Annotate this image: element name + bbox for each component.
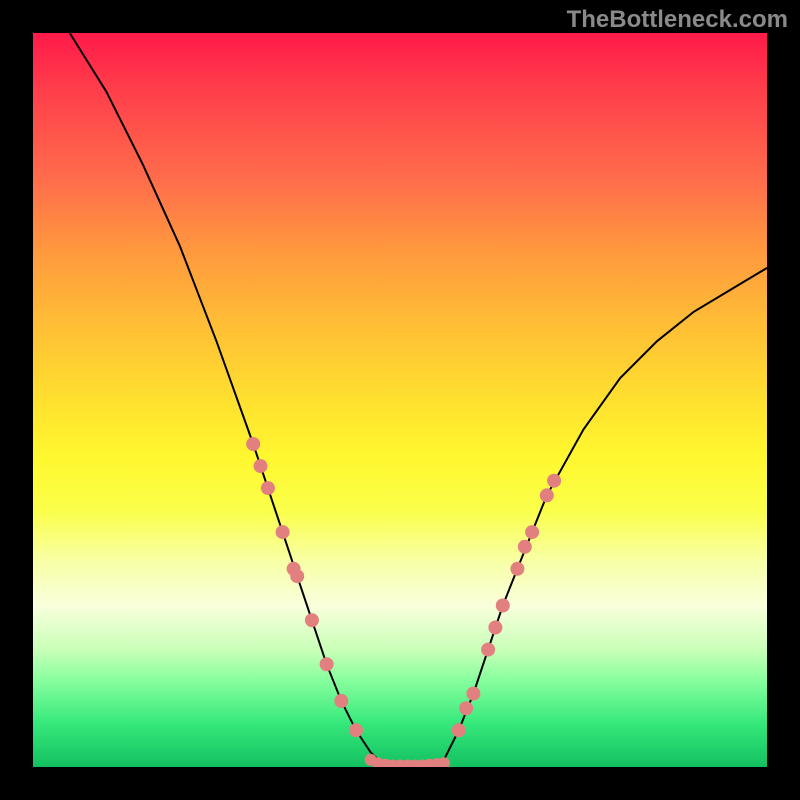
marker-point xyxy=(525,525,539,539)
marker-point xyxy=(466,687,480,701)
marker-point xyxy=(459,701,473,715)
marker-point xyxy=(481,643,495,657)
marker-point xyxy=(276,525,290,539)
chart-container: TheBottleneck.com xyxy=(0,0,800,800)
marker-point xyxy=(334,694,348,708)
marker-point xyxy=(547,474,561,488)
data-markers xyxy=(246,437,561,767)
plot-area xyxy=(33,33,767,767)
marker-point xyxy=(496,599,510,613)
marker-point xyxy=(452,723,466,737)
marker-point xyxy=(290,569,304,583)
marker-point xyxy=(246,437,260,451)
chart-svg xyxy=(33,33,767,767)
marker-point xyxy=(438,757,450,767)
series-right-curve xyxy=(444,268,767,760)
marker-point xyxy=(488,621,502,635)
marker-point xyxy=(510,562,524,576)
marker-point xyxy=(540,488,554,502)
marker-point xyxy=(261,481,275,495)
marker-point xyxy=(349,723,363,737)
watermark-text: TheBottleneck.com xyxy=(567,6,788,34)
marker-point xyxy=(305,613,319,627)
marker-point xyxy=(320,657,334,671)
marker-point xyxy=(254,459,268,473)
series-left-curve xyxy=(70,33,386,767)
curve-lines xyxy=(70,33,767,767)
marker-point xyxy=(518,540,532,554)
